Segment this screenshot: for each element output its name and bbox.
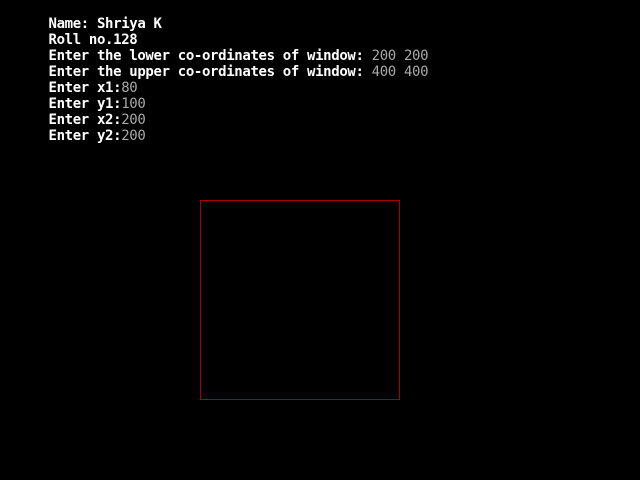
upper-window-label: Enter the upper co-ordinates of window:: [48, 64, 372, 80]
y2-label: Enter y2:: [48, 128, 122, 144]
lower-window-label: Enter the lower co-ordinates of window:: [48, 48, 372, 64]
upper-window-value: 400 400: [371, 64, 429, 80]
x2-value: 200: [121, 112, 146, 128]
lower-window-value: 200 200: [371, 48, 429, 64]
x2-label: Enter x2:: [48, 112, 122, 128]
y2-value: 200: [121, 128, 146, 144]
x1-label: Enter x1:: [48, 80, 122, 96]
x1-value: 80: [121, 80, 138, 96]
graphics-screen: Name: Shriya K Roll no.128 Enter the low…: [0, 0, 640, 480]
name-text: Name: Shriya K: [48, 16, 162, 32]
console-output: Name: Shriya K Roll no.128 Enter the low…: [0, 0, 640, 144]
roll-text: Roll no.128: [48, 32, 138, 48]
clipping-window-rectangle: [200, 200, 400, 400]
y1-value: 100: [121, 96, 146, 112]
name-line: Name: Shriya K: [0, 0, 640, 32]
y1-label: Enter y1:: [48, 96, 122, 112]
